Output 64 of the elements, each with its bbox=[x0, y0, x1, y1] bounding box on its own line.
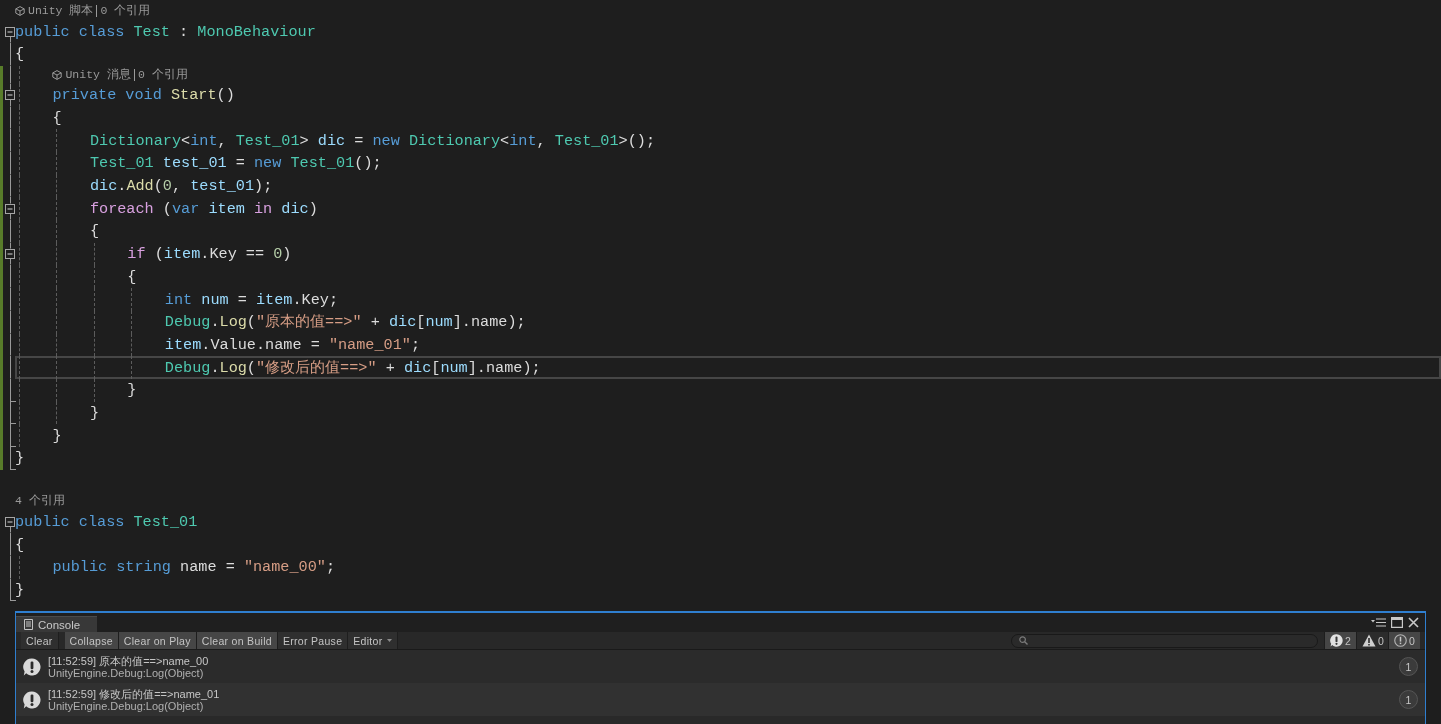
code-line: item.Value.name = "name_01"; bbox=[164, 335, 421, 354]
minus-box-icon[interactable] bbox=[5, 517, 15, 527]
code-line: foreach (var item in dic) bbox=[89, 199, 318, 218]
toggle-button[interactable]: Collapse bbox=[64, 632, 119, 649]
code-line: if (item.Key == 0) bbox=[127, 245, 292, 264]
code-line: dic.Add(0, test_01); bbox=[89, 177, 273, 196]
minus-box-icon[interactable] bbox=[5, 203, 15, 214]
stack-trace: UnityEngine.Debug:Log(Object) bbox=[48, 666, 204, 679]
code-line: { bbox=[127, 267, 137, 286]
console-tab[interactable]: Console bbox=[16, 616, 97, 632]
code-line: public class Test : MonoBehaviour bbox=[15, 22, 316, 41]
log-message: [11:52:59] 修改后的值==>name_01 bbox=[48, 687, 220, 700]
code-line: } bbox=[127, 381, 137, 400]
codelens-link[interactable]: 0 个引用 bbox=[137, 67, 188, 82]
codelens-link[interactable]: Unity 消息 bbox=[52, 67, 131, 82]
minus-box-icon[interactable] bbox=[5, 249, 15, 260]
code-line: } bbox=[15, 581, 25, 600]
toggle-button[interactable]: Clear on Play bbox=[118, 632, 197, 649]
stack-trace: UnityEngine.Debug:Log(Object) bbox=[48, 699, 204, 712]
code-line: } bbox=[15, 449, 25, 468]
codelens-link[interactable]: Unity 脚本 bbox=[15, 4, 94, 19]
exclamation-icon bbox=[23, 657, 41, 676]
codelens-link[interactable]: 4 个引用 bbox=[15, 494, 65, 509]
toggle-button[interactable]: Clear on Build bbox=[196, 632, 278, 649]
code-line: { bbox=[15, 45, 25, 64]
code-line: public string name = "name_00"; bbox=[52, 558, 336, 577]
code-line: Test_01 test_01 = new Test_01(); bbox=[89, 154, 382, 173]
error-icon bbox=[1394, 634, 1407, 647]
code-line: Debug.Log("修改后的值==>" + dic[num].name); bbox=[164, 358, 541, 377]
menu-icon[interactable] bbox=[1371, 618, 1386, 627]
warning-icon bbox=[1362, 634, 1376, 647]
error-filter-toggle[interactable]: 0 bbox=[1388, 632, 1420, 649]
close-icon[interactable] bbox=[1408, 617, 1419, 628]
search-icon bbox=[1019, 636, 1028, 645]
maximize-icon[interactable] bbox=[1391, 617, 1403, 628]
code-line: public class Test_01 bbox=[15, 513, 198, 531]
code-line: Dictionary<int, Test_01> dic = new Dictionary<int, Test_01>(); bbox=[89, 131, 656, 150]
count-badge: 1 bbox=[1399, 690, 1418, 709]
info-filter-toggle[interactable]: 2 bbox=[1324, 632, 1356, 649]
codelens-link[interactable]: 0 个引用 bbox=[100, 4, 151, 19]
code-line: } bbox=[89, 403, 100, 422]
minus-box-icon[interactable] bbox=[5, 26, 15, 37]
code-line: { bbox=[52, 109, 62, 127]
code-line: } bbox=[52, 426, 62, 445]
code-line: private void Start() bbox=[52, 86, 235, 105]
document-icon bbox=[24, 619, 33, 630]
cube-icon bbox=[52, 69, 63, 80]
log-message: [11:52:59] 原本的值==>name_00 bbox=[48, 654, 209, 667]
log-entry[interactable]: [11:52:59] 修改后的值==>name_01 UnityEngine.Debug:Log(Object) 1 bbox=[16, 683, 1425, 716]
code-line: { bbox=[15, 535, 25, 554]
count-badge: 1 bbox=[1399, 657, 1418, 676]
search-field[interactable] bbox=[1011, 633, 1318, 648]
caret-icon bbox=[386, 639, 392, 642]
code-line: { bbox=[89, 222, 100, 241]
cube-icon bbox=[15, 6, 25, 17]
code-line: int num = item.Key; bbox=[164, 290, 338, 309]
code-line: Debug.Log("原本的值==>" + dic[num].name); bbox=[164, 313, 526, 332]
minus-box-icon[interactable] bbox=[5, 90, 15, 101]
exclamation-icon bbox=[23, 690, 41, 709]
clear-button[interactable]: Clear bbox=[21, 632, 59, 649]
dropdown-button[interactable]: Editor bbox=[348, 632, 398, 649]
info-icon bbox=[1330, 634, 1343, 647]
toggle-button[interactable]: Error Pause bbox=[277, 632, 349, 649]
warning-filter-toggle[interactable]: 0 bbox=[1356, 632, 1388, 649]
